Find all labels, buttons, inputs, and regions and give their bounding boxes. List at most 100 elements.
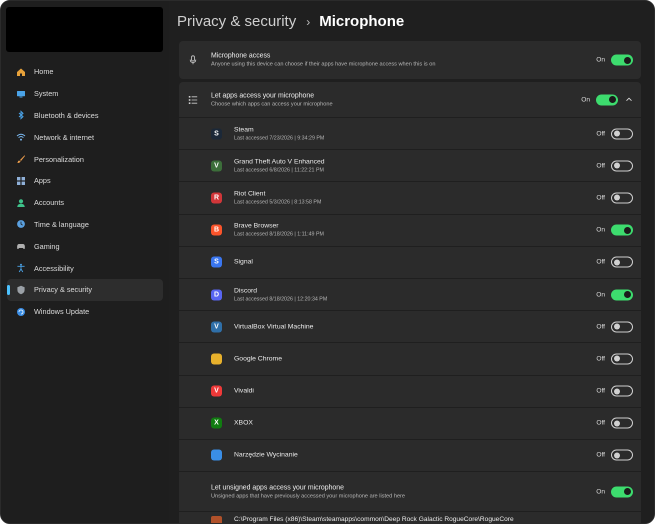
- sidebar-item-network-internet[interactable]: Network & internet: [7, 126, 163, 148]
- app-toggle[interactable]: [611, 353, 633, 365]
- unsigned-apps-toggle[interactable]: [611, 486, 633, 498]
- sidebar-item-accessibility[interactable]: Accessibility: [7, 257, 163, 279]
- breadcrumb: Privacy & security › Microphone: [177, 13, 404, 30]
- microphone-access-card[interactable]: Microphone access Anyone using this devi…: [179, 41, 641, 79]
- signal-icon: S: [211, 256, 222, 268]
- sidebar-item-label: Personalization: [34, 154, 84, 164]
- app-toggle-state: Off: [596, 130, 605, 138]
- app-toggle-state: Off: [596, 451, 605, 459]
- app-toggle[interactable]: [611, 160, 633, 172]
- clock-icon: [15, 219, 26, 230]
- unsigned-apps-description: Unsigned apps that have previously acces…: [211, 493, 406, 500]
- microphone-access-toggle[interactable]: [611, 54, 633, 66]
- app-toggle-state: On: [596, 226, 605, 234]
- app-row: Narzędzie Wycinanie Off: [179, 439, 641, 473]
- app-toggle[interactable]: [611, 128, 633, 140]
- sidebar-item-accounts[interactable]: Accounts: [7, 192, 163, 214]
- app-row: Google Chrome Off: [179, 343, 641, 376]
- unsigned-app-row: C:\Program Files (x86)\Steam\steamapps\c…: [179, 512, 641, 524]
- app-row: S Signal Off: [179, 246, 641, 279]
- apps-access-title: Let apps access your microphone: [211, 92, 315, 99]
- app-name: Discord: [234, 287, 258, 295]
- brave-icon: B: [211, 224, 222, 236]
- app-toggle[interactable]: [611, 192, 633, 204]
- vivaldi-icon: V: [211, 385, 222, 397]
- network-icon: [15, 132, 26, 143]
- sidebar-item-privacy-security[interactable]: Privacy & security: [7, 278, 163, 301]
- sidebar-item-personalization[interactable]: Personalization: [7, 148, 163, 170]
- app-name: Signal: [234, 258, 253, 266]
- sidebar-item-label: Privacy & security: [34, 285, 92, 295]
- app-name: Google Chrome: [234, 355, 282, 363]
- unsigned-app-path: C:\Program Files (x86)\Steam\steamapps\c…: [234, 516, 514, 524]
- sidebar-item-label: Accessibility: [34, 263, 74, 273]
- app-row: X XBOX Off: [179, 407, 641, 440]
- app-toggle-state: Off: [596, 162, 605, 170]
- sidebar-item-gaming[interactable]: Gaming: [7, 235, 163, 257]
- app-icon: [211, 516, 222, 523]
- steam-icon: S: [211, 128, 222, 140]
- app-toggle[interactable]: [611, 385, 633, 397]
- sidebar-item-label: Apps: [34, 176, 51, 186]
- app-toggle-state: On: [596, 291, 605, 299]
- app-last-accessed: Last accessed 8/18/2026 | 1:11:49 PM: [234, 231, 324, 238]
- sidebar-item-home[interactable]: Home: [7, 61, 163, 83]
- microphone-access-description: Anyone using this device can choose if t…: [211, 61, 436, 68]
- sidebar-item-label: Time & language: [34, 219, 89, 229]
- page-title: Microphone: [319, 13, 405, 30]
- unsigned-apps-state: On: [596, 488, 605, 496]
- app-name: Vivaldi: [234, 387, 254, 395]
- xbox-icon: X: [211, 417, 222, 429]
- accessibility-icon: [15, 263, 26, 274]
- app-toggle[interactable]: [611, 449, 633, 461]
- microphone-icon: [189, 55, 197, 65]
- sidebar-item-label: Network & internet: [34, 132, 95, 142]
- sidebar-item-label: Windows Update: [34, 307, 90, 317]
- app-toggle[interactable]: [611, 321, 633, 333]
- microphone-access-title: Microphone access: [211, 52, 271, 60]
- app-name: XBOX: [234, 419, 253, 427]
- sidebar-item-time-language[interactable]: Time & language: [7, 214, 163, 236]
- app-toggle-state: Off: [596, 258, 605, 266]
- app-name: VirtualBox Virtual Machine: [234, 323, 314, 331]
- main-content: Microphone access Anyone using this devi…: [179, 41, 641, 524]
- sidebar: Home System Bluetooth & devices Network & i…: [1, 1, 169, 523]
- app-toggle[interactable]: [611, 417, 633, 429]
- app-row: B Brave Browser Last accessed 8/18/2026 | …: [179, 214, 641, 247]
- app-last-accessed: Last accessed 8/18/2026 | 12:20:34 PM: [234, 296, 328, 303]
- brush-icon: [15, 154, 26, 165]
- app-toggle[interactable]: [611, 256, 633, 268]
- gamepad-icon: [15, 241, 26, 252]
- virtualbox-icon: V: [211, 321, 222, 333]
- app-toggle-state: Off: [596, 387, 605, 395]
- unsigned-apps-card[interactable]: Let unsigned apps access your microphone…: [179, 472, 641, 513]
- sidebar-item-label: Gaming: [34, 241, 60, 251]
- app-toggle-state: Off: [596, 355, 605, 363]
- app-name: Steam: [234, 126, 254, 134]
- unsigned-apps-title: Let unsigned apps access your microphone: [211, 484, 344, 492]
- app-toggle[interactable]: [611, 289, 633, 301]
- breadcrumb-parent[interactable]: Privacy & security: [177, 13, 296, 30]
- sidebar-item-apps[interactable]: Apps: [7, 170, 163, 192]
- app-list: S Steam Last accessed 7/23/2026 | 9:34:29 …: [179, 118, 641, 473]
- user-account-block[interactable]: [6, 7, 163, 52]
- shield-icon: [15, 284, 26, 295]
- app-row: S Steam Last accessed 7/23/2026 | 9:34:29 …: [179, 118, 641, 151]
- sidebar-item-label: Bluetooth & devices: [34, 110, 99, 120]
- app-toggle[interactable]: [611, 224, 633, 236]
- app-name: Brave Browser: [234, 222, 279, 230]
- apps-access-card[interactable]: Let apps access your microphone Choose w…: [179, 82, 641, 118]
- sidebar-item-system[interactable]: System: [7, 83, 163, 105]
- sidebar-item-windows-update[interactable]: Windows Update: [7, 301, 163, 323]
- chevron-up-icon[interactable]: [625, 96, 633, 104]
- chrome-icon: [211, 353, 222, 365]
- app-toggle-state: Off: [596, 419, 605, 427]
- app-row: V Vivaldi Off: [179, 375, 641, 408]
- apps-access-toggle[interactable]: [596, 94, 618, 105]
- sidebar-item-label: System: [34, 89, 59, 99]
- sidebar-item-bluetooth-devices[interactable]: Bluetooth & devices: [7, 105, 163, 127]
- app-row: V VirtualBox Virtual Machine Off: [179, 311, 641, 344]
- app-row: V Grand Theft Auto V Enhanced Last accesse…: [179, 150, 641, 183]
- discord-icon: D: [211, 289, 222, 301]
- app-row: D Discord Last accessed 8/18/2026 | 12:20:…: [179, 278, 641, 312]
